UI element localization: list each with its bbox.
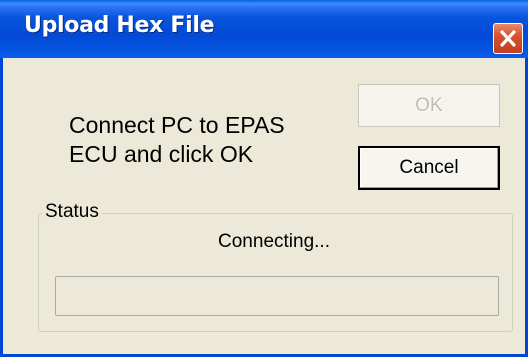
upload-hex-file-dialog: Upload Hex File Connect PC to EPAS ECU a…	[0, 0, 528, 357]
close-icon	[500, 30, 516, 47]
title-bar[interactable]: Upload Hex File	[0, 0, 528, 58]
cancel-button[interactable]: Cancel	[358, 146, 500, 190]
status-group-label: Status	[42, 200, 102, 224]
close-button[interactable]	[493, 23, 523, 54]
status-message: Connecting...	[218, 231, 330, 252]
window-title: Upload Hex File	[24, 13, 215, 38]
ok-button[interactable]: OK	[358, 84, 500, 127]
progress-bar	[55, 276, 499, 316]
instruction-text: Connect PC to EPAS ECU and click OK	[69, 112, 285, 167]
